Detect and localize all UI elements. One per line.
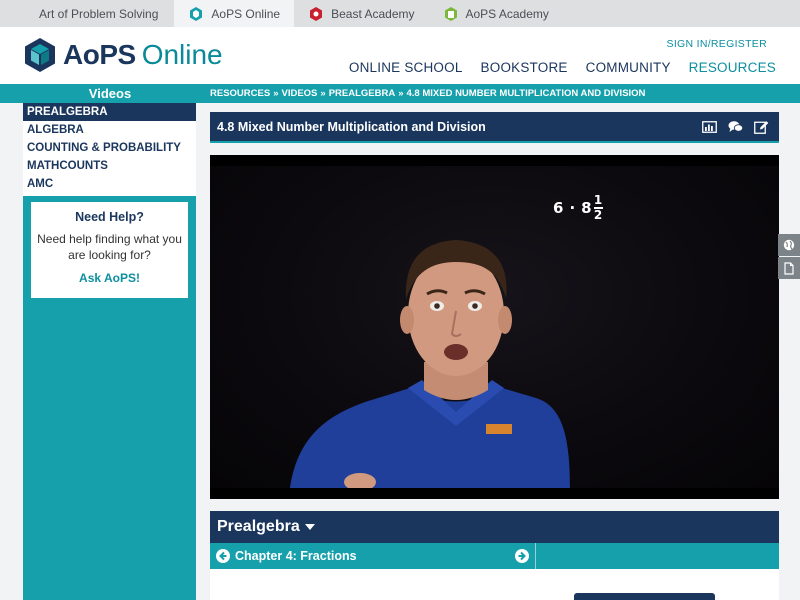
caret-down-icon [304, 523, 315, 530]
aops-cube-logo-icon [25, 38, 55, 72]
sidebar-item-prealgebra[interactable]: PREALGEBRA [23, 103, 196, 121]
logo-text-online: Online [141, 39, 223, 70]
content-tab[interactable] [574, 593, 715, 600]
video-title: 4.8 Mixed Number Multiplication and Divi… [217, 120, 486, 134]
arrow-left-icon [219, 551, 227, 561]
globe-side-tab[interactable] [778, 234, 800, 256]
site-link-beast-academy[interactable]: Beast Academy [294, 0, 428, 27]
breadcrumb-prealgebra[interactable]: PREALGEBRA [329, 88, 396, 99]
video-tools [702, 120, 769, 134]
chapter-nav: Chapter 4: Fractions [210, 543, 779, 569]
breadcrumb-separator: » [320, 88, 326, 99]
video-player[interactable]: 6 · 8 1 2 [210, 155, 779, 499]
sidebar-item-algebra[interactable]: ALGEBRA [23, 121, 196, 139]
document-icon [784, 261, 794, 275]
site-switcher-bar: Art of Problem Solving AoPS Online Beast… [0, 0, 800, 27]
breadcrumb-resources[interactable]: RESOURCES [210, 88, 270, 99]
section-title: Videos [88, 86, 132, 101]
bar-chart-icon[interactable] [702, 120, 717, 134]
aops-online-logo[interactable]: AoPS Online [24, 37, 223, 73]
need-help-box: Need Help? Need help finding what you ar… [31, 202, 188, 298]
ask-aops-link[interactable]: Ask AoPS! [31, 271, 188, 285]
aops-academy-icon [444, 6, 457, 21]
site-link-aops-online[interactable]: AoPS Online [174, 0, 295, 27]
video-title-bar: 4.8 Mixed Number Multiplication and Divi… [210, 112, 779, 143]
nav-online-school[interactable]: ONLINE SCHOOL [349, 60, 463, 75]
site-link-label: Art of Problem Solving [39, 6, 159, 21]
lesson-content-area [210, 569, 779, 600]
beast-academy-icon [310, 6, 323, 21]
site-link-label: Beast Academy [331, 6, 415, 21]
site-link-label: AoPS Academy [465, 6, 549, 21]
arrow-right-icon [518, 551, 526, 561]
comments-icon[interactable] [728, 120, 743, 134]
course-title-text: Prealgebra [217, 518, 300, 535]
breadcrumb-separator: » [398, 88, 404, 99]
site-link-aops-academy[interactable]: AoPS Academy [429, 0, 563, 27]
breadcrumb-videos[interactable]: VIDEOS [281, 88, 317, 99]
sidebar-item-counting-probability[interactable]: COUNTING & PROBABILITY [23, 139, 196, 157]
sign-in-register-link[interactable]: SIGN IN/REGISTER [667, 38, 767, 50]
section-band: Videos RESOURCES» VIDEOS» PREALGEBRA» 4.8 M… [0, 84, 800, 103]
breadcrumb-current: 4.8 MIXED NUMBER MULTIPLICATION AND DIVI… [406, 88, 646, 99]
site-link-label: AoPS Online [211, 6, 281, 21]
course-selector[interactable]: Prealgebra [210, 511, 779, 543]
need-help-title: Need Help? [75, 210, 144, 224]
next-chapter-icon[interactable] [515, 549, 529, 563]
document-side-tab[interactable] [778, 257, 800, 279]
sidebar: PREALGEBRA ALGEBRA COUNTING & PROBABILIT… [23, 103, 196, 600]
course-title: Prealgebra [217, 511, 315, 543]
site-link-aops[interactable]: Art of Problem Solving [0, 0, 174, 27]
chapter-nav-control: Chapter 4: Fractions [210, 543, 536, 569]
aops-online-icon [190, 6, 203, 21]
nav-community[interactable]: COMMUNITY [586, 60, 671, 75]
previous-chapter-icon[interactable] [216, 549, 230, 563]
breadcrumb: RESOURCES» VIDEOS» PREALGEBRA» 4.8 MIXED NU… [210, 84, 645, 103]
subject-list: PREALGEBRA ALGEBRA COUNTING & PROBABILIT… [23, 103, 196, 196]
breadcrumb-separator: » [273, 88, 279, 99]
sidebar-item-mathcounts[interactable]: MATHCOUNTS [23, 157, 196, 175]
video-frame: 6 · 8 1 2 [210, 166, 779, 488]
globe-icon [783, 239, 795, 251]
edit-icon[interactable] [754, 120, 769, 134]
sidebar-item-amc[interactable]: AMC [23, 175, 196, 193]
need-help-text: Need help finding what you are looking f… [37, 232, 182, 262]
site-header: AoPS Online SIGN IN/REGISTER ONLINE SCHO… [0, 27, 800, 84]
nav-resources[interactable]: RESOURCES [689, 60, 776, 75]
chapter-title[interactable]: Chapter 4: Fractions [235, 543, 357, 569]
main-nav: ONLINE SCHOOL BOOKSTORE COMMUNITY RESOUR… [349, 60, 776, 75]
nav-bookstore[interactable]: BOOKSTORE [481, 60, 568, 75]
logo-text-aops: AoPS [63, 39, 136, 70]
instructor-figure [290, 240, 570, 488]
